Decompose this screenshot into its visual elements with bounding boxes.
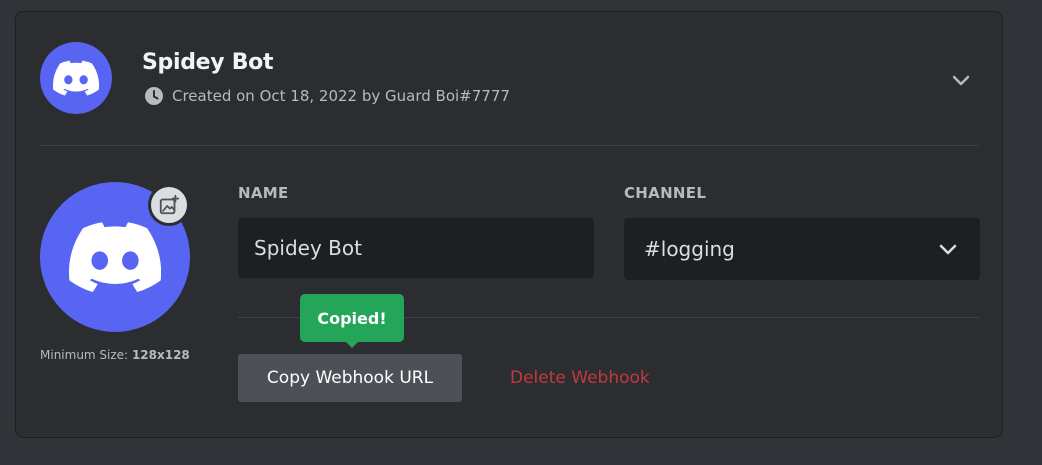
channel-select[interactable]: #logging [624, 218, 980, 280]
webhook-header-avatar [40, 42, 112, 114]
webhook-title: Spidey Bot [142, 50, 274, 75]
copy-webhook-url-button[interactable]: Copy Webhook URL [238, 354, 462, 402]
header-divider [40, 145, 979, 146]
upload-image-button[interactable] [148, 184, 190, 226]
channel-label: CHANNEL [624, 184, 707, 202]
tooltip-arrow [345, 341, 359, 348]
min-size-label: Minimum Size: [40, 348, 129, 362]
collapse-toggle[interactable] [949, 68, 973, 92]
discord-logo-icon [53, 60, 99, 96]
copied-tooltip: Copied! [300, 294, 404, 342]
discord-logo-icon [69, 222, 161, 292]
avatar-min-size-hint: Minimum Size: 128x128 [40, 348, 190, 362]
webhook-created-meta: Created on Oct 18, 2022 by Guard Boi#777… [144, 86, 510, 106]
created-text: Created on Oct 18, 2022 by Guard Boi#777… [172, 87, 510, 105]
webhook-name-input[interactable] [238, 218, 594, 278]
name-label: NAME [238, 184, 289, 202]
chevron-down-icon [939, 244, 957, 255]
delete-webhook-button[interactable]: Delete Webhook [494, 354, 666, 402]
channel-selected-value: #logging [644, 237, 735, 261]
chevron-down-icon [952, 75, 970, 86]
clock-icon [145, 87, 163, 105]
webhook-card: Spidey Bot Created on Oct 18, 2022 by Gu… [15, 11, 1003, 438]
min-size-value: 128x128 [131, 348, 190, 362]
image-add-icon [159, 194, 180, 215]
